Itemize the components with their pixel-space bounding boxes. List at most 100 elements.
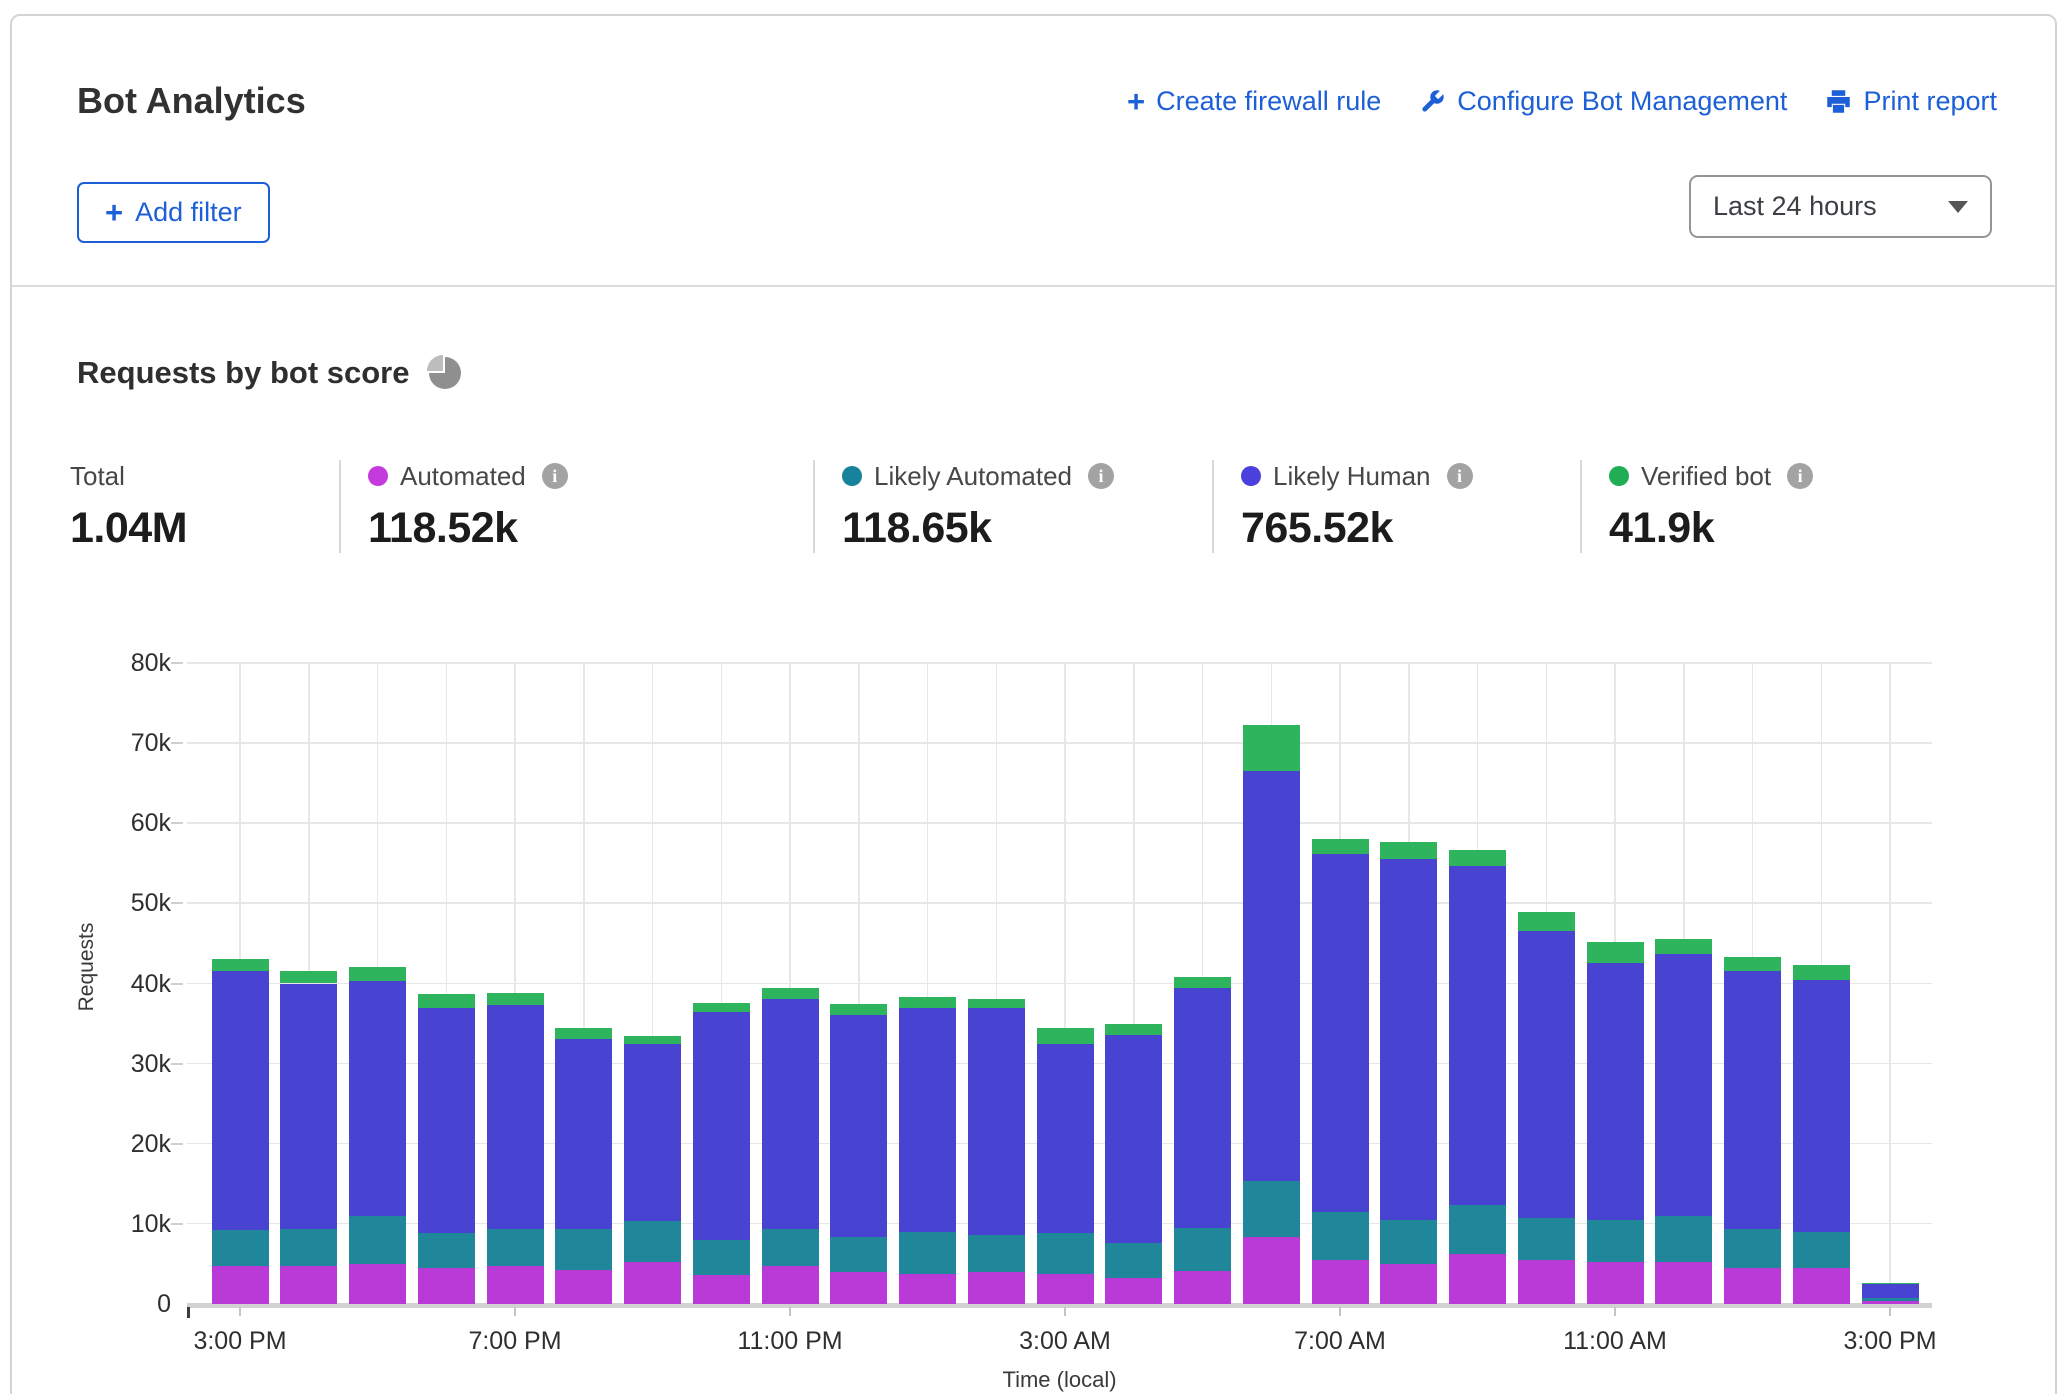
bar-segment-automated (1037, 1274, 1094, 1304)
bar-segment-automated (1793, 1268, 1850, 1304)
bar-segment-likely-human (624, 1044, 681, 1220)
add-filter-label: Add filter (135, 197, 242, 228)
bar-segment-likely-human (1655, 954, 1712, 1216)
stat-value: 118.65k (842, 504, 1212, 553)
bar-segment-likely-human (280, 984, 337, 1229)
bar-segment-likely-automated (1862, 1298, 1919, 1301)
y-tick-label: 70k (101, 729, 171, 758)
bar-segment-verified-bot (1105, 1024, 1162, 1035)
stat-value: 1.04M (70, 504, 339, 553)
bar-segment-automated (1724, 1268, 1781, 1304)
stat-total: Total 1.04M (70, 460, 339, 553)
bar-segment-likely-automated (1655, 1216, 1712, 1262)
bar-segment-automated (1518, 1260, 1575, 1304)
bar-segment-likely-automated (555, 1229, 612, 1270)
y-tick (171, 662, 183, 664)
bar-segment-verified-bot (1862, 1283, 1919, 1284)
info-icon[interactable]: i (1787, 463, 1813, 489)
x-tick (1064, 1307, 1066, 1316)
y-axis-title: Requests (75, 867, 101, 1067)
bar-segment-automated (1380, 1264, 1437, 1304)
stat-label: Verified bot (1641, 461, 1771, 492)
bar-segment-automated (487, 1266, 544, 1304)
x-tick (789, 1307, 791, 1316)
bar-segment-likely-automated (1037, 1233, 1094, 1273)
likely-automated-dot-icon (842, 466, 862, 486)
gridline-h (187, 742, 1932, 744)
create-firewall-rule-link[interactable]: + Create firewall rule (1127, 86, 1381, 117)
x-tick-label: 3:00 AM (1019, 1327, 1111, 1356)
x-tick-label: 3:00 PM (193, 1327, 286, 1356)
bar-segment-verified-bot (1449, 850, 1506, 866)
info-icon[interactable]: i (542, 463, 568, 489)
stat-label: Total (70, 461, 125, 492)
bar-segment-automated (349, 1264, 406, 1304)
bar-segment-verified-bot (349, 967, 406, 981)
bar-segment-verified-bot (1655, 939, 1712, 954)
bar-segment-automated (1862, 1301, 1919, 1304)
bot-analytics-page: Bot Analytics + Create firewall rule Con… (0, 0, 2070, 1394)
bar-segment-likely-automated (968, 1235, 1025, 1272)
bar-segment-automated (899, 1274, 956, 1304)
bar-segment-likely-human (899, 1008, 956, 1232)
bar-segment-likely-automated (1587, 1220, 1644, 1262)
gridline-h (187, 822, 1932, 824)
bar-segment-likely-automated (212, 1230, 269, 1266)
info-icon[interactable]: i (1447, 463, 1473, 489)
bar-segment-likely-human (1587, 963, 1644, 1219)
y-tick (171, 902, 183, 904)
bar-segment-likely-automated (1793, 1232, 1850, 1268)
header-divider (12, 285, 2055, 287)
bar-segment-likely-human (1312, 854, 1369, 1211)
gridline-h (187, 662, 1932, 664)
bar-segment-automated (212, 1266, 269, 1304)
print-report-link[interactable]: Print report (1825, 86, 1997, 117)
add-filter-button[interactable]: + Add filter (77, 182, 270, 243)
bar-segment-likely-automated (1312, 1212, 1369, 1260)
bar-segment-likely-automated (1174, 1228, 1231, 1271)
info-icon[interactable]: i (1088, 463, 1114, 489)
bar-segment-likely-human (830, 1015, 887, 1237)
y-tick-label: 30k (101, 1050, 171, 1079)
bar-segment-likely-human (1243, 771, 1300, 1181)
stat-value: 118.52k (368, 504, 813, 553)
stat-automated: Automated i 118.52k (339, 460, 813, 553)
section-title-text: Requests by bot score (77, 355, 409, 391)
bar-segment-verified-bot (830, 1004, 887, 1014)
chevron-down-icon (1948, 201, 1968, 213)
bar-segment-verified-bot (1518, 912, 1575, 930)
bar-segment-verified-bot (555, 1028, 612, 1038)
bar-segment-verified-bot (624, 1036, 681, 1045)
bar-segment-verified-bot (1243, 725, 1300, 771)
bar-segment-likely-human (487, 1005, 544, 1229)
bar-segment-automated (1312, 1260, 1369, 1304)
bar-segment-likely-automated (1380, 1220, 1437, 1264)
x-axis-title: Time (local) (187, 1367, 1932, 1393)
wrench-icon (1419, 88, 1446, 115)
bar-segment-likely-human (693, 1012, 750, 1240)
bar-segment-likely-automated (830, 1237, 887, 1272)
bar-segment-likely-human (1793, 980, 1850, 1232)
bar-segment-verified-bot (762, 988, 819, 998)
y-tick (171, 983, 183, 985)
bar-segment-automated (693, 1275, 750, 1304)
stat-label: Likely Human (1273, 461, 1431, 492)
bar-segment-likely-human (1518, 931, 1575, 1219)
bar-segment-verified-bot (968, 999, 1025, 1009)
y-tick (171, 822, 183, 824)
y-tick (171, 1143, 183, 1145)
bar-segment-likely-human (968, 1008, 1025, 1235)
bar-segment-likely-automated (899, 1232, 956, 1274)
bar-segment-likely-human (1037, 1044, 1094, 1233)
configure-bot-management-label: Configure Bot Management (1457, 86, 1787, 117)
bar-segment-verified-bot (487, 993, 544, 1005)
stat-label: Automated (400, 461, 526, 492)
configure-bot-management-link[interactable]: Configure Bot Management (1419, 86, 1787, 117)
stat-likely-human: Likely Human i 765.52k (1212, 460, 1580, 553)
stat-label: Likely Automated (874, 461, 1072, 492)
y-tick-label: 40k (101, 970, 171, 999)
bar-segment-likely-automated (762, 1229, 819, 1265)
time-range-select[interactable]: Last 24 hours (1689, 175, 1992, 238)
bar-segment-verified-bot (1037, 1028, 1094, 1044)
bar-segment-likely-human (212, 971, 269, 1231)
